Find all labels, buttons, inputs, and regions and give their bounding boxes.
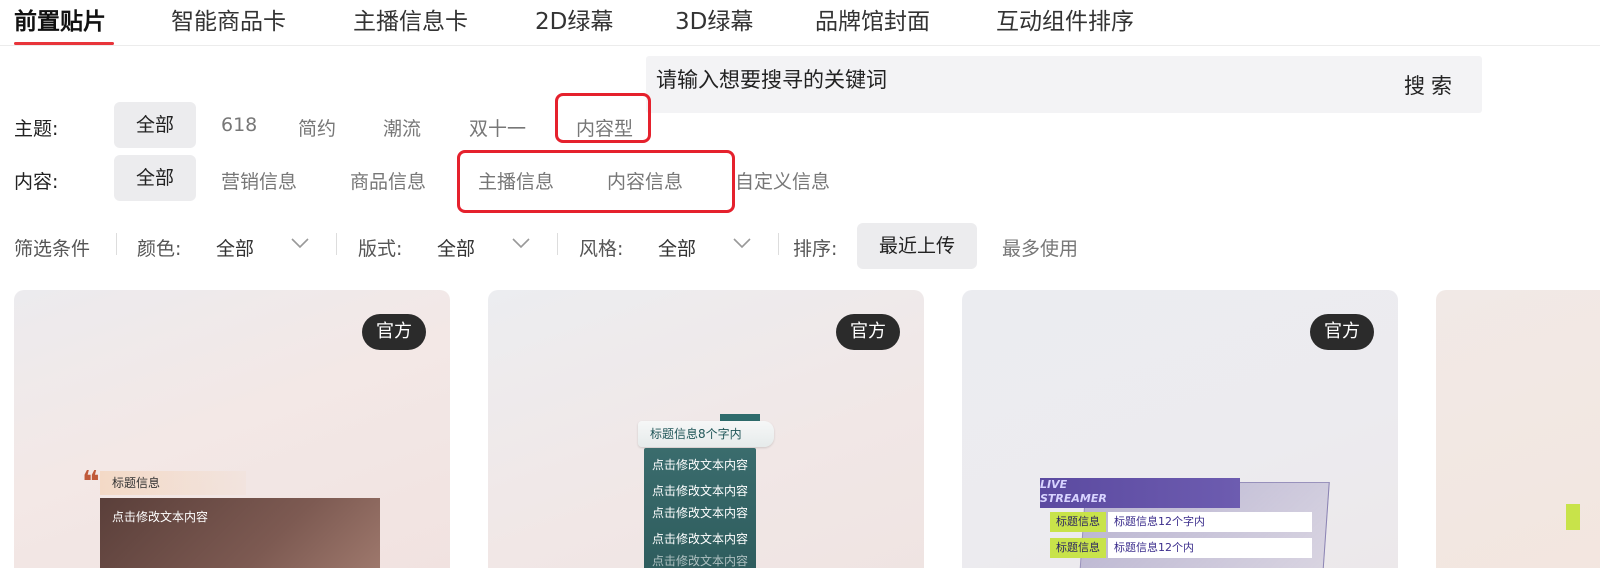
theme-option-618[interactable]: 618 (221, 114, 257, 136)
content-option-product[interactable]: 商品信息 (350, 167, 426, 194)
theme-option-content-type[interactable]: 内容型 (576, 114, 633, 141)
active-tab-indicator (14, 42, 114, 45)
info-tag: 标题信息 (1050, 538, 1106, 558)
sticker-body: 点击修改文本内容 (100, 498, 380, 568)
top-tab-bar: 前置贴片 智能商品卡 主播信息卡 2D绿幕 3D绿幕 品牌馆封面 互动组件排序 (0, 0, 1600, 46)
template-card[interactable] (1436, 290, 1600, 568)
sort-option-most-used[interactable]: 最多使用 (1002, 234, 1078, 261)
search-bar: 搜索 (646, 56, 1482, 113)
theme-option-double-eleven[interactable]: 双十一 (469, 114, 526, 141)
template-card[interactable]: 官方 标题信息8个字内 点击修改文本内容 点击修改文本内容 点击修改文本内容 点… (488, 290, 924, 568)
content-option-all[interactable]: 全部 (114, 155, 197, 201)
sticker-text-line: 点击修改文本内容 (651, 532, 748, 546)
divider (557, 233, 558, 255)
search-button[interactable]: 搜索 (1404, 70, 1458, 100)
sticker-text: 点击修改文本内容 (112, 510, 209, 524)
sort-label: 排序: (793, 238, 838, 260)
official-badge: 官方 (1310, 314, 1374, 350)
tab-2d-green-screen[interactable]: 2D绿幕 (535, 2, 613, 36)
theme-option-all[interactable]: 全部 (114, 102, 197, 148)
theme-label: 主题: (14, 118, 59, 140)
layout-filter-label: 版式: (358, 238, 403, 260)
style-filter-label: 风格: (579, 238, 624, 260)
divider (336, 233, 337, 255)
chevron-down-icon[interactable] (511, 236, 531, 250)
tab-interactive-component-order[interactable]: 互动组件排序 (996, 2, 1134, 36)
content-option-streamer[interactable]: 主播信息 (478, 167, 554, 194)
style-filter-value[interactable]: 全部 (658, 234, 696, 261)
tab-streamer-info-card[interactable]: 主播信息卡 (353, 2, 468, 36)
sticker-title: 标题信息 (100, 471, 246, 495)
official-badge: 官方 (362, 314, 426, 350)
chevron-down-icon[interactable] (732, 236, 752, 250)
sort-option-recent[interactable]: 最近上传 (857, 223, 978, 269)
content-option-content[interactable]: 内容信息 (607, 167, 683, 194)
official-badge: 官方 (836, 314, 900, 350)
streamer-text: STREAMER (1040, 492, 1107, 505)
sticker-accent (1566, 504, 1580, 530)
sticker-text-line: 点击修改文本内容 (651, 458, 748, 472)
live-streamer-logo: LIVE STREAMER (1040, 478, 1107, 506)
tab-smart-product-card[interactable]: 智能商品卡 (171, 2, 286, 36)
template-card[interactable]: 官方 LIVE STREAMER 标题信息 标题信息12个字内 标题信息 标题信… (962, 290, 1398, 568)
search-input[interactable] (656, 68, 1356, 92)
divider (116, 233, 117, 255)
info-tag: 标题信息 (1050, 512, 1106, 532)
tab-front-sticker[interactable]: 前置贴片 (14, 2, 106, 36)
sticker-text-line: 点击修改文本内容 (651, 484, 748, 498)
tab-brand-hall-cover[interactable]: 品牌馆封面 (815, 2, 930, 36)
info-value: 标题信息12个字内 (1108, 512, 1312, 532)
sticker-text-line: 点击修改文本内容 (651, 554, 748, 568)
content-option-marketing[interactable]: 营销信息 (221, 167, 297, 194)
info-value: 标题信息12个内 (1108, 538, 1312, 558)
content-label: 内容: (14, 171, 59, 193)
tab-3d-green-screen[interactable]: 3D绿幕 (675, 2, 753, 36)
live-text: LIVE (1040, 478, 1068, 491)
content-option-custom[interactable]: 自定义信息 (735, 167, 830, 194)
divider (778, 233, 779, 255)
filter-conditions-label: 筛选条件 (14, 238, 91, 260)
template-card[interactable]: 官方 ❝ 标题信息 点击修改文本内容 (14, 290, 450, 568)
color-filter-value[interactable]: 全部 (216, 234, 254, 261)
chevron-down-icon[interactable] (290, 236, 310, 250)
color-filter-label: 颜色: (137, 238, 182, 260)
sticker-text-line: 点击修改文本内容 (651, 506, 748, 520)
theme-option-simple[interactable]: 简约 (298, 114, 336, 141)
theme-option-trendy[interactable]: 潮流 (383, 114, 421, 141)
sticker-title: 标题信息8个字内 (638, 421, 774, 447)
sticker-body: 点击修改文本内容 点击修改文本内容 点击修改文本内容 点击修改文本内容 点击修改… (644, 448, 756, 568)
layout-filter-value[interactable]: 全部 (437, 234, 475, 261)
